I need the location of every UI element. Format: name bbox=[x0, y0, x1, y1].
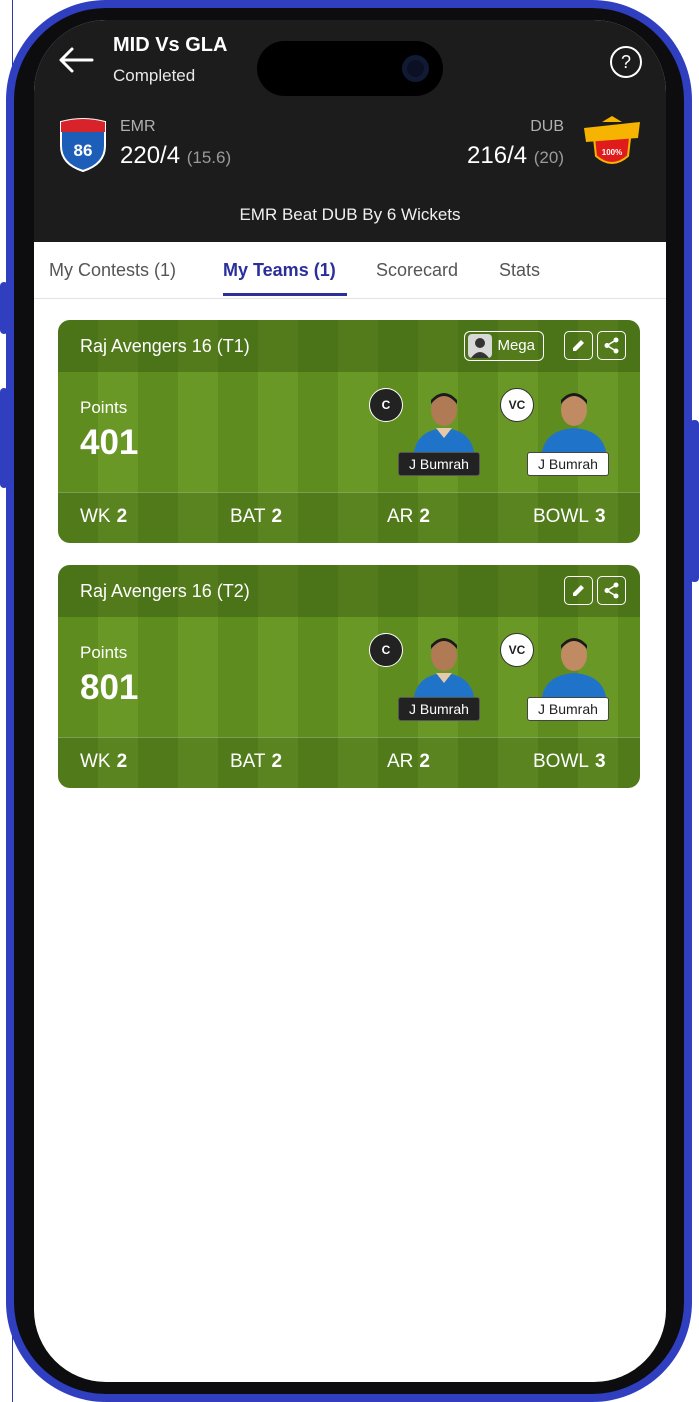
stat-bowl: BOWL 3 bbox=[533, 506, 606, 527]
tab-bar: My Contests (1) My Teams (1) Scorecard S… bbox=[34, 242, 666, 299]
team-name: Raj Avengers 16 (T1) bbox=[80, 336, 250, 356]
team-card-header: Raj Avengers 16 (T1) Mega bbox=[58, 320, 640, 372]
captain-name[interactable]: J Bumrah bbox=[398, 697, 480, 721]
team-name: Raj Avengers 16 (T2) bbox=[80, 581, 250, 601]
side-button bbox=[690, 420, 699, 582]
active-tab-indicator bbox=[223, 293, 347, 296]
vice-captain-name[interactable]: J Bumrah bbox=[527, 452, 609, 476]
side-button bbox=[0, 388, 8, 488]
stat-ar: AR 2 bbox=[387, 751, 430, 772]
vice-captain-avatar bbox=[536, 386, 612, 452]
vice-captain-name[interactable]: J Bumrah bbox=[527, 697, 609, 721]
vice-captain-avatar bbox=[536, 631, 612, 697]
team-composition: WK 2 BAT 2 AR 2 BOWL 3 bbox=[58, 737, 640, 788]
side-button bbox=[0, 282, 8, 334]
points-value: 401 bbox=[80, 423, 139, 462]
highway-shield-icon: 86 bbox=[60, 118, 106, 173]
team-left-overs: (15.6) bbox=[186, 148, 232, 167]
dynamic-island bbox=[257, 41, 443, 96]
player-icon bbox=[542, 393, 606, 452]
back-arrow-icon bbox=[59, 47, 94, 73]
tab-scorecard[interactable]: Scorecard bbox=[376, 260, 458, 281]
team-right-runs: 216/4 bbox=[467, 142, 528, 169]
avatar bbox=[468, 334, 493, 358]
team-card[interactable]: Raj Avengers 16 (T1) Mega Points 401 C J… bbox=[58, 320, 640, 543]
match-header: MID Vs GLA Completed ? 86 EMR 220/4 (15.… bbox=[34, 20, 666, 242]
player-icon bbox=[414, 638, 474, 697]
vice-captain-badge: VC bbox=[500, 633, 534, 667]
stat-ar: AR 2 bbox=[387, 506, 430, 527]
captain-badge: C bbox=[369, 388, 403, 422]
edit-team-button[interactable] bbox=[564, 576, 593, 605]
captain-avatar bbox=[406, 386, 482, 452]
phone-screen: MID Vs GLA Completed ? 86 EMR 220/4 (15.… bbox=[34, 20, 666, 1382]
points-label: Points bbox=[80, 643, 128, 662]
captain-name[interactable]: J Bumrah bbox=[398, 452, 480, 476]
player-icon bbox=[542, 638, 606, 697]
share-icon bbox=[604, 337, 619, 354]
share-icon bbox=[604, 582, 619, 599]
team-card-header: Raj Avengers 16 (T2) bbox=[58, 565, 640, 617]
match-result: EMR Beat DUB By 6 Wickets bbox=[239, 205, 461, 224]
team-left-logo: 86 bbox=[56, 116, 110, 173]
stat-wk: WK 2 bbox=[80, 751, 128, 772]
pencil-icon bbox=[573, 585, 584, 596]
points-value: 801 bbox=[80, 668, 139, 707]
stat-bat: BAT 2 bbox=[230, 506, 283, 527]
team-right-logo: 100% bbox=[582, 116, 642, 172]
team-right-logo-text: 100% bbox=[602, 148, 622, 157]
share-team-button[interactable] bbox=[597, 576, 626, 605]
tab-my-contests[interactable]: My Contests (1) bbox=[49, 260, 176, 281]
camera-icon bbox=[402, 55, 429, 82]
contest-tag-label: Mega bbox=[497, 337, 535, 354]
edit-team-button[interactable] bbox=[564, 331, 593, 360]
contest-tag-mega[interactable]: Mega bbox=[464, 331, 544, 361]
player-icon bbox=[414, 393, 474, 452]
team-composition: WK 2 BAT 2 AR 2 BOWL 3 bbox=[58, 492, 640, 543]
points-label: Points bbox=[80, 398, 128, 417]
stat-wk: WK 2 bbox=[80, 506, 128, 527]
match-title: MID Vs GLA bbox=[113, 34, 228, 56]
share-team-button[interactable] bbox=[597, 331, 626, 360]
vice-captain-badge: VC bbox=[500, 388, 534, 422]
team-left-name: EMR bbox=[120, 118, 156, 135]
team-left-runs: 220/4 bbox=[120, 142, 181, 169]
crest-badge-icon: 100% bbox=[584, 116, 640, 164]
tab-my-teams[interactable]: My Teams (1) bbox=[223, 260, 336, 281]
team-card[interactable]: Raj Avengers 16 (T2) Points 801 C J Bumr bbox=[58, 565, 640, 788]
captain-avatar bbox=[406, 631, 482, 697]
team-left-logo-text: 86 bbox=[74, 141, 93, 160]
stat-bowl: BOWL 3 bbox=[533, 751, 606, 772]
team-right-name: DUB bbox=[530, 118, 564, 135]
team-right-overs: (20) bbox=[533, 148, 564, 167]
pencil-icon bbox=[573, 340, 584, 351]
stat-bat: BAT 2 bbox=[230, 751, 283, 772]
captain-badge: C bbox=[369, 633, 403, 667]
tab-stats[interactable]: Stats bbox=[499, 260, 540, 281]
help-button[interactable]: ? bbox=[610, 46, 642, 78]
match-status: Completed bbox=[113, 66, 196, 85]
person-icon bbox=[471, 338, 490, 358]
team-right-score: 216/4 (20) bbox=[467, 142, 564, 170]
back-button[interactable] bbox=[56, 42, 96, 78]
team-left-score: 220/4 (15.6) bbox=[120, 142, 231, 170]
